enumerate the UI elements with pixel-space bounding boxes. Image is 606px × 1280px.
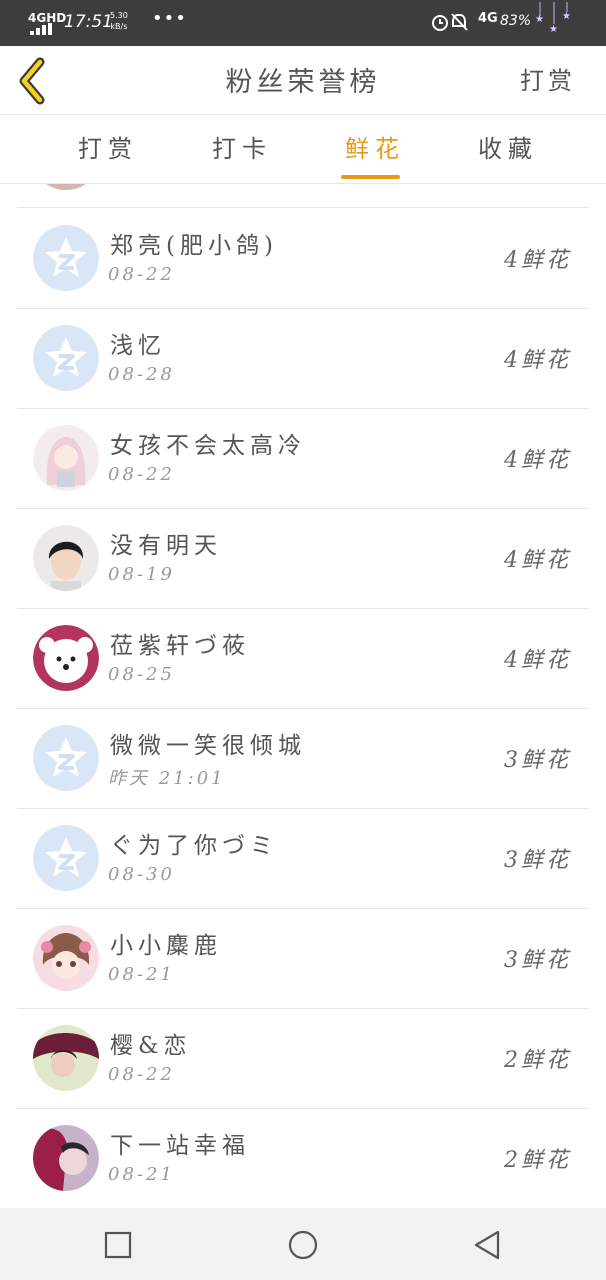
list-item[interactable]: 郑亮(肥小鸽) 08-22 4鲜花 [17,208,589,309]
fan-name: 微微一笑很倾城 [110,733,306,759]
fan-date: 08-28 [108,364,175,385]
alarm-icon [430,11,474,37]
network-4g: 4G [478,11,498,26]
flower-count: 4鲜花 [504,448,571,473]
system-back-button[interactable] [470,1228,504,1262]
reward-button[interactable]: 打赏 [520,61,576,96]
fan-list: 郑亮(肥小鸽) 08-22 4鲜花 浅忆 08-28 4鲜花 女孩不会太高冷 0… [0,184,606,1208]
page-title: 粉丝荣誉榜 [225,67,381,98]
flower-count: 4鲜花 [504,248,571,273]
list-item[interactable]: 微微一笑很倾城 昨天 21:01 3鲜花 [17,708,589,809]
square-icon [104,1231,132,1259]
flower-count: 4鲜花 [504,548,571,573]
tab-favorites[interactable]: 收藏 [478,129,538,164]
fan-date: 08-19 [108,564,175,585]
fan-name: 浅忆 [110,333,166,359]
list-item[interactable]: 樱&恋 08-22 2鲜花 [17,1008,589,1109]
flower-count: 2鲜花 [504,1148,571,1173]
fan-date: 08-25 [108,664,175,685]
list-item[interactable]: 莅紫轩づ莜 08-25 4鲜花 [17,608,589,709]
tab-bar: 打赏 打卡 鲜花 收藏 [0,115,606,184]
active-tab-indicator [341,175,400,179]
default-avatar-icon [33,825,99,891]
fan-date: 08-22 [108,264,175,285]
fan-name: 没有明天 [110,533,222,559]
system-nav-bar [0,1208,606,1280]
list-item[interactable]: 没有明天 08-19 4鲜花 [17,508,589,609]
anime-girl-avatar-icon [33,425,99,491]
list-item[interactable]: 小小麋鹿 08-21 3鲜花 [17,908,589,1009]
fan-date: 08-22 [108,1064,175,1085]
triangle-back-icon [474,1230,500,1260]
flower-count: 2鲜花 [504,1048,571,1073]
fan-name: 女孩不会太高冷 [110,433,306,459]
battery-level: 83% [500,13,532,29]
tab-checkin[interactable]: 打卡 [212,129,272,164]
fan-name: ぐ为了你づミ [110,833,278,859]
more-notifications-icon: ••• [152,8,187,29]
fan-date: 08-22 [108,464,175,485]
couple-photo-avatar-icon [33,1125,99,1191]
clock-time: 17:51 [64,12,113,32]
white-plush-avatar-icon [33,625,99,691]
list-item[interactable]: ぐ为了你づミ 08-30 3鲜花 [17,808,589,909]
fan-name: 莅紫轩づ莜 [110,633,250,659]
fan-name: 下一站幸福 [110,1133,250,1159]
fan-name: 郑亮(肥小鸽) [110,233,278,259]
default-avatar-icon [33,725,99,791]
home-button[interactable] [286,1228,320,1262]
svg-text:★: ★ [549,24,558,35]
recents-button[interactable] [101,1228,135,1262]
list-item[interactable]: 女孩不会太高冷 08-22 4鲜花 [17,408,589,509]
list-item[interactable]: 下一站幸福 08-21 2鲜花 [17,1108,589,1208]
flower-count: 4鲜花 [504,648,571,673]
fan-name: 樱&恋 [110,1033,192,1059]
signal-icon [30,23,54,35]
default-avatar-icon [33,225,99,291]
star-decoration-icon: ★ ★ ★ [534,2,578,36]
flower-count: 4鲜花 [504,348,571,373]
anime-pink-girl-avatar-icon [33,925,99,991]
status-bar: 4GHD 17:51 5.30 kB/s ••• 4G 83% ★ ★ ★ [0,0,606,46]
tab-flowers[interactable]: 鲜花 [345,129,405,164]
tab-reward[interactable]: 打赏 [78,129,138,164]
girl-photo-avatar-icon [33,1025,99,1091]
list-item[interactable]: 浅忆 08-28 4鲜花 [17,308,589,409]
fan-date: 08-21 [108,964,175,985]
flower-count: 3鲜花 [504,848,571,873]
flower-count: 3鲜花 [504,948,571,973]
flower-count: 3鲜花 [504,748,571,773]
network-speed: 5.30 kB/s [110,11,128,31]
circle-icon [288,1230,318,1260]
boy-photo-avatar-icon [33,525,99,591]
svg-text:★: ★ [535,14,544,25]
app-header: 粉丝荣誉榜 打赏 [0,46,606,115]
default-avatar-icon [33,325,99,391]
fan-date: 08-21 [108,1164,175,1185]
fan-name: 小小麋鹿 [110,933,222,959]
svg-text:★: ★ [562,11,571,22]
avatar [40,184,92,190]
fan-date: 08-30 [108,864,175,885]
fan-date: 昨天 21:01 [108,768,226,789]
